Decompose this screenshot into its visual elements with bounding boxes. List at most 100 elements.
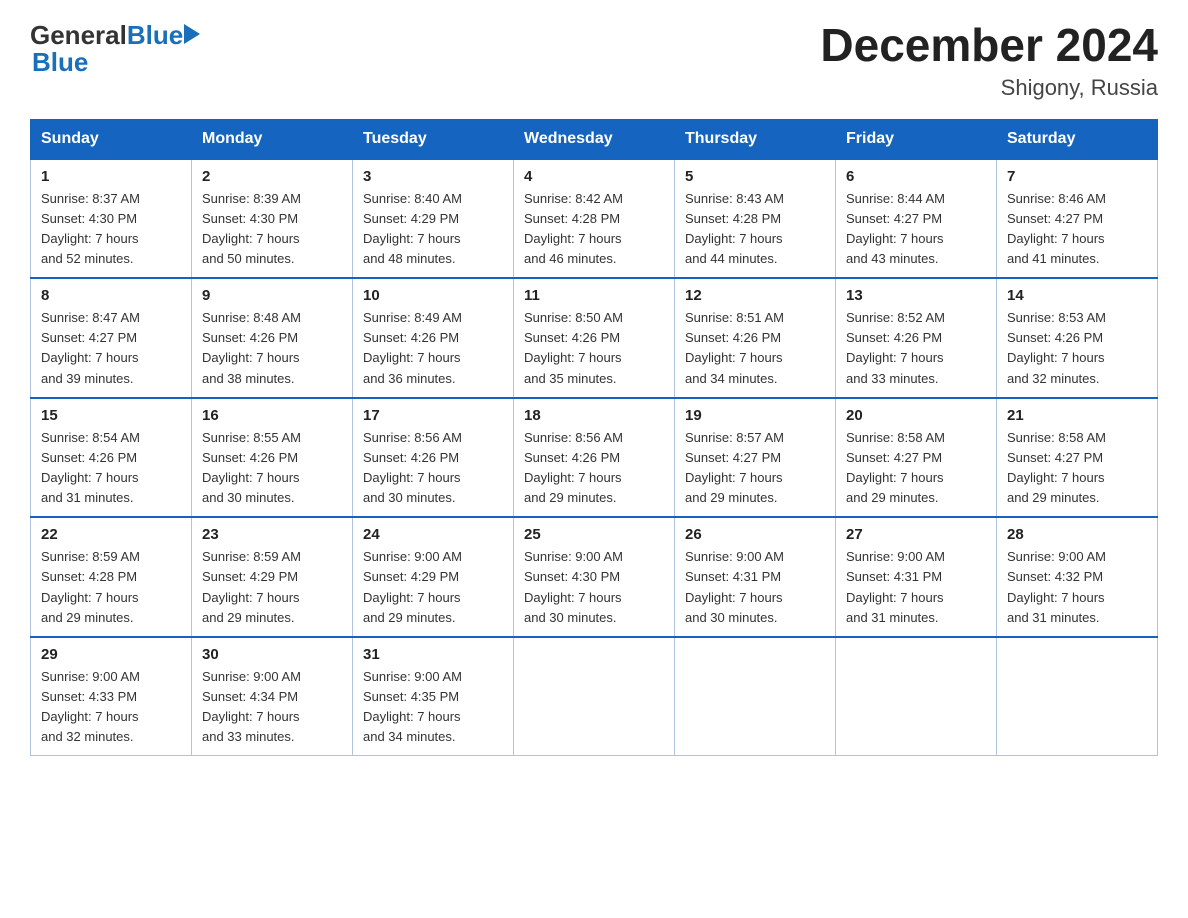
calendar-body: 1 Sunrise: 8:37 AMSunset: 4:30 PMDaylight… bbox=[31, 159, 1158, 756]
calendar-cell: 26Sunrise: 9:00 AMSunset: 4:31 PMDayligh… bbox=[675, 517, 836, 637]
day-info: Sunrise: 8:56 AMSunset: 4:26 PMDaylight:… bbox=[524, 428, 664, 509]
day-number: 30 bbox=[202, 646, 342, 663]
calendar-cell: 8Sunrise: 8:47 AMSunset: 4:27 PMDaylight… bbox=[31, 278, 192, 398]
day-info: Sunrise: 8:59 AMSunset: 4:29 PMDaylight:… bbox=[202, 547, 342, 628]
calendar-cell: 31 Sunrise: 9:00 AMSunset: 4:35 PMDayligh… bbox=[353, 637, 514, 756]
day-number: 13 bbox=[846, 287, 986, 304]
day-info: Sunrise: 8:50 AMSunset: 4:26 PMDaylight:… bbox=[524, 308, 664, 389]
calendar-cell: 30 Sunrise: 9:00 AMSunset: 4:34 PMDayligh… bbox=[192, 637, 353, 756]
calendar-subtitle: Shigony, Russia bbox=[820, 75, 1158, 101]
calendar-table: SundayMondayTuesdayWednesdayThursdayFrid… bbox=[30, 119, 1158, 757]
calendar-week-row: 1 Sunrise: 8:37 AMSunset: 4:30 PMDaylight… bbox=[31, 159, 1158, 279]
day-info: Sunrise: 9:00 AMSunset: 4:34 PMDaylight:… bbox=[202, 667, 342, 748]
calendar-cell: 19 Sunrise: 8:57 AMSunset: 4:27 PMDayligh… bbox=[675, 398, 836, 518]
calendar-cell bbox=[514, 637, 675, 756]
calendar-cell bbox=[675, 637, 836, 756]
day-info: Sunrise: 8:56 AMSunset: 4:26 PMDaylight:… bbox=[363, 428, 503, 509]
day-number: 22 bbox=[41, 526, 181, 543]
day-info: Sunrise: 8:44 AMSunset: 4:27 PMDaylight:… bbox=[846, 189, 986, 270]
calendar-cell: 28 Sunrise: 9:00 AMSunset: 4:32 PMDayligh… bbox=[997, 517, 1158, 637]
day-number: 1 bbox=[41, 168, 181, 185]
calendar-cell: 13 Sunrise: 8:52 AMSunset: 4:26 PMDayligh… bbox=[836, 278, 997, 398]
day-info: Sunrise: 8:51 AMSunset: 4:26 PMDaylight:… bbox=[685, 308, 825, 389]
title-block: December 2024 Shigony, Russia bbox=[820, 20, 1158, 101]
logo: GeneralBlue Blue bbox=[30, 20, 200, 78]
day-number: 2 bbox=[202, 168, 342, 185]
calendar-week-row: 22Sunrise: 8:59 AMSunset: 4:28 PMDayligh… bbox=[31, 517, 1158, 637]
logo-blue: Blue bbox=[127, 20, 183, 50]
day-number: 16 bbox=[202, 407, 342, 424]
day-number: 27 bbox=[846, 526, 986, 543]
calendar-week-row: 15 Sunrise: 8:54 AMSunset: 4:26 PMDayligh… bbox=[31, 398, 1158, 518]
weekday-header-monday: Monday bbox=[192, 119, 353, 159]
day-info: Sunrise: 8:37 AMSunset: 4:30 PMDaylight:… bbox=[41, 189, 181, 270]
day-info: Sunrise: 8:57 AMSunset: 4:27 PMDaylight:… bbox=[685, 428, 825, 509]
day-number: 15 bbox=[41, 407, 181, 424]
calendar-cell: 15 Sunrise: 8:54 AMSunset: 4:26 PMDayligh… bbox=[31, 398, 192, 518]
weekday-header-friday: Friday bbox=[836, 119, 997, 159]
calendar-cell: 16 Sunrise: 8:55 AMSunset: 4:26 PMDayligh… bbox=[192, 398, 353, 518]
day-number: 20 bbox=[846, 407, 986, 424]
day-info: Sunrise: 8:53 AMSunset: 4:26 PMDaylight:… bbox=[1007, 308, 1147, 389]
calendar-cell: 1 Sunrise: 8:37 AMSunset: 4:30 PMDaylight… bbox=[31, 159, 192, 279]
calendar-cell bbox=[836, 637, 997, 756]
calendar-cell: 18Sunrise: 8:56 AMSunset: 4:26 PMDayligh… bbox=[514, 398, 675, 518]
calendar-cell: 17Sunrise: 8:56 AMSunset: 4:26 PMDayligh… bbox=[353, 398, 514, 518]
day-number: 31 bbox=[363, 646, 503, 663]
calendar-cell: 5Sunrise: 8:43 AMSunset: 4:28 PMDaylight… bbox=[675, 159, 836, 279]
day-info: Sunrise: 8:55 AMSunset: 4:26 PMDaylight:… bbox=[202, 428, 342, 509]
calendar-cell: 11 Sunrise: 8:50 AMSunset: 4:26 PMDayligh… bbox=[514, 278, 675, 398]
day-number: 19 bbox=[685, 407, 825, 424]
day-info: Sunrise: 9:00 AMSunset: 4:33 PMDaylight:… bbox=[41, 667, 181, 748]
day-number: 9 bbox=[202, 287, 342, 304]
calendar-cell: 14 Sunrise: 8:53 AMSunset: 4:26 PMDayligh… bbox=[997, 278, 1158, 398]
calendar-cell: 25 Sunrise: 9:00 AMSunset: 4:30 PMDayligh… bbox=[514, 517, 675, 637]
day-number: 23 bbox=[202, 526, 342, 543]
day-info: Sunrise: 9:00 AMSunset: 4:35 PMDaylight:… bbox=[363, 667, 503, 748]
day-number: 24 bbox=[363, 526, 503, 543]
calendar-cell: 21 Sunrise: 8:58 AMSunset: 4:27 PMDayligh… bbox=[997, 398, 1158, 518]
day-info: Sunrise: 8:43 AMSunset: 4:28 PMDaylight:… bbox=[685, 189, 825, 270]
calendar-cell: 10 Sunrise: 8:49 AMSunset: 4:26 PMDayligh… bbox=[353, 278, 514, 398]
day-number: 3 bbox=[363, 168, 503, 185]
day-number: 21 bbox=[1007, 407, 1147, 424]
day-number: 14 bbox=[1007, 287, 1147, 304]
day-info: Sunrise: 8:40 AMSunset: 4:29 PMDaylight:… bbox=[363, 189, 503, 270]
day-number: 11 bbox=[524, 287, 664, 304]
day-number: 28 bbox=[1007, 526, 1147, 543]
day-info: Sunrise: 8:46 AMSunset: 4:27 PMDaylight:… bbox=[1007, 189, 1147, 270]
calendar-cell: 20Sunrise: 8:58 AMSunset: 4:27 PMDayligh… bbox=[836, 398, 997, 518]
logo-blue-line: Blue bbox=[32, 47, 200, 78]
day-info: Sunrise: 8:52 AMSunset: 4:26 PMDaylight:… bbox=[846, 308, 986, 389]
calendar-week-row: 29 Sunrise: 9:00 AMSunset: 4:33 PMDayligh… bbox=[31, 637, 1158, 756]
day-info: Sunrise: 8:49 AMSunset: 4:26 PMDaylight:… bbox=[363, 308, 503, 389]
day-number: 6 bbox=[846, 168, 986, 185]
logo-arrow-icon bbox=[184, 24, 200, 44]
day-number: 7 bbox=[1007, 168, 1147, 185]
calendar-cell: 22Sunrise: 8:59 AMSunset: 4:28 PMDayligh… bbox=[31, 517, 192, 637]
calendar-cell: 3 Sunrise: 8:40 AMSunset: 4:29 PMDaylight… bbox=[353, 159, 514, 279]
weekday-header-tuesday: Tuesday bbox=[353, 119, 514, 159]
weekday-header-wednesday: Wednesday bbox=[514, 119, 675, 159]
calendar-week-row: 8Sunrise: 8:47 AMSunset: 4:27 PMDaylight… bbox=[31, 278, 1158, 398]
calendar-title: December 2024 bbox=[820, 20, 1158, 71]
day-info: Sunrise: 8:58 AMSunset: 4:27 PMDaylight:… bbox=[1007, 428, 1147, 509]
day-info: Sunrise: 9:00 AMSunset: 4:31 PMDaylight:… bbox=[685, 547, 825, 628]
day-info: Sunrise: 9:00 AMSunset: 4:29 PMDaylight:… bbox=[363, 547, 503, 628]
calendar-cell: 4Sunrise: 8:42 AMSunset: 4:28 PMDaylight… bbox=[514, 159, 675, 279]
day-info: Sunrise: 8:39 AMSunset: 4:30 PMDaylight:… bbox=[202, 189, 342, 270]
day-info: Sunrise: 9:00 AMSunset: 4:32 PMDaylight:… bbox=[1007, 547, 1147, 628]
day-info: Sunrise: 8:48 AMSunset: 4:26 PMDaylight:… bbox=[202, 308, 342, 389]
day-number: 29 bbox=[41, 646, 181, 663]
calendar-cell: 7 Sunrise: 8:46 AMSunset: 4:27 PMDaylight… bbox=[997, 159, 1158, 279]
calendar-cell: 29 Sunrise: 9:00 AMSunset: 4:33 PMDayligh… bbox=[31, 637, 192, 756]
day-number: 25 bbox=[524, 526, 664, 543]
day-info: Sunrise: 9:00 AMSunset: 4:31 PMDaylight:… bbox=[846, 547, 986, 628]
weekday-header-sunday: Sunday bbox=[31, 119, 192, 159]
day-info: Sunrise: 9:00 AMSunset: 4:30 PMDaylight:… bbox=[524, 547, 664, 628]
day-number: 10 bbox=[363, 287, 503, 304]
day-info: Sunrise: 8:54 AMSunset: 4:26 PMDaylight:… bbox=[41, 428, 181, 509]
weekday-header-row: SundayMondayTuesdayWednesdayThursdayFrid… bbox=[31, 119, 1158, 159]
calendar-cell: 24 Sunrise: 9:00 AMSunset: 4:29 PMDayligh… bbox=[353, 517, 514, 637]
calendar-cell: 27 Sunrise: 9:00 AMSunset: 4:31 PMDayligh… bbox=[836, 517, 997, 637]
